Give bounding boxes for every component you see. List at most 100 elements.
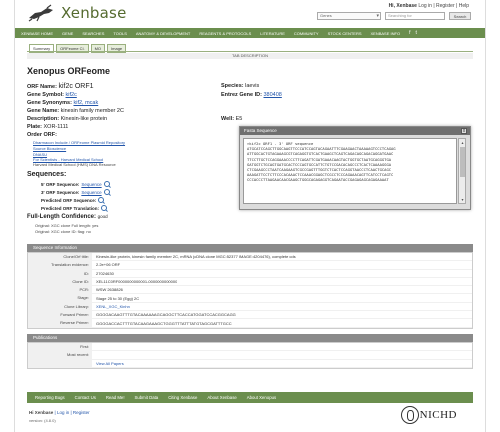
- facebook-icon[interactable]: f: [409, 30, 410, 36]
- footer-link-about-xenopus[interactable]: About Xenopus: [247, 395, 276, 400]
- footer-link-readme[interactable]: Read Me!: [106, 395, 125, 400]
- site-header: Xenbase Hi, Xenbase Log in | Register | …: [15, 0, 485, 26]
- plate-row: Plate: XOR-1111: [27, 124, 68, 130]
- row-value: WSW 2638826: [96, 287, 123, 293]
- nichd-text: NICHD: [419, 409, 457, 421]
- sequence-row-label: Predicted ORF Translation:: [41, 205, 100, 211]
- orf-name-label: ORF Name:: [27, 84, 57, 90]
- account-links: Hi, Xenbase Log in | Register | Help: [389, 3, 469, 9]
- footer-link-about-xenbase[interactable]: About Xenbase: [207, 395, 236, 400]
- version-text: version: (4.8.0): [29, 418, 56, 423]
- dialog-scrollbar[interactable]: ▴ ▾: [458, 138, 466, 204]
- nav-item-gene[interactable]: GENE: [62, 31, 73, 36]
- order-link-2[interactable]: Source Bioscience: [33, 146, 66, 151]
- view-all-papers-link[interactable]: View All Papers: [92, 361, 124, 366]
- well-value: E5: [235, 116, 243, 122]
- fasta-sequence-text[interactable]: >kif2c ORF1 - 3' ORF sequence ATGCATCCAG…: [243, 138, 457, 204]
- sequence-line: CCCACCCTTAAGAACAACGAAGCTGGGCAGAGAGGTCAGA…: [247, 177, 389, 183]
- row-key: Clone Library:: [28, 302, 92, 311]
- order-link-1[interactable]: Dharmacon Include / ORFeome Plasmid Repo…: [33, 140, 125, 145]
- entrez-link[interactable]: 380408: [263, 92, 281, 98]
- search-input[interactable]: Searching for: [385, 12, 445, 20]
- sequence-row-predicted-translation: Predicted ORF Translation:: [41, 205, 108, 211]
- row-key: Reverse Primer:: [28, 319, 92, 327]
- row-value: Kinesin-like protein, kinesin family mem…: [96, 254, 296, 260]
- publications-table: First: Most recent: View All Papers: [27, 342, 473, 369]
- species-row: Species: laevis: [221, 83, 259, 89]
- clone-library-link[interactable]: XENL_XGC_Kinhn: [92, 304, 130, 309]
- magnifier-icon[interactable]: [98, 197, 105, 203]
- search-type-select[interactable]: Genes: [317, 12, 381, 20]
- close-icon[interactable]: x: [461, 128, 467, 134]
- sequence-link[interactable]: Sequence: [81, 182, 101, 187]
- nav-item-home[interactable]: XENBASE HOME: [21, 31, 53, 36]
- table-row: PCR: WSW 2638826: [28, 286, 472, 295]
- gene-name-label: Gene Name:: [27, 108, 60, 114]
- magnifier-icon[interactable]: [103, 181, 110, 187]
- twitter-icon[interactable]: t: [415, 30, 416, 36]
- nav-item-literature[interactable]: LITERATURE: [260, 31, 285, 36]
- search-bar: Genes Searching for Search: [317, 12, 471, 20]
- magnifier-icon[interactable]: [101, 205, 108, 211]
- row-key: First:: [28, 343, 92, 351]
- sequence-info-header: Sequence Information: [27, 244, 473, 252]
- sequence-row-label: 5' ORF Sequence:: [41, 181, 80, 187]
- description-value: Kinesin-like protein: [60, 116, 108, 122]
- footer-link-bugs[interactable]: Reporting Bugs: [35, 395, 65, 400]
- nav-item-reagents[interactable]: REAGENTS & PROTOCOLS: [199, 31, 251, 36]
- description-row: Description: Kinesin-like protein: [27, 116, 107, 122]
- dialog-titlebar[interactable]: Fasta Sequence x: [240, 127, 470, 135]
- tab-description[interactable]: TAB DESCRIPTION: [27, 53, 473, 59]
- scroll-thumb[interactable]: [460, 147, 465, 177]
- nav-item-searches[interactable]: SEARCHES: [82, 31, 104, 36]
- page-title: Xenopus ORFeome: [27, 66, 111, 76]
- table-row: Clone/Orf title: Kinesin-like protein, ki…: [28, 253, 472, 262]
- xenbase-logo[interactable]: Xenbase: [27, 3, 157, 23]
- table-row: Forward Primer: GGGGACAAGTTTGTACAAAAAAGCA…: [28, 311, 472, 320]
- row-key: Stage:: [28, 294, 92, 302]
- footer-link-submit[interactable]: Submit Data: [135, 395, 159, 400]
- main-nav: XENBASE HOME GENE SEARCHES TOOLS ANATOMY…: [15, 28, 485, 38]
- account-actions[interactable]: Log in | Register | Help: [418, 3, 469, 9]
- gene-symbol-link[interactable]: kif2c: [66, 92, 77, 98]
- row-key: [28, 359, 92, 367]
- sequence-link[interactable]: Sequence: [81, 190, 101, 195]
- sequence-info-heading: Sequence Information: [33, 245, 78, 250]
- nav-item-info[interactable]: XENBASE INFO: [371, 31, 401, 36]
- footer-link-contact[interactable]: Contact Us: [75, 395, 96, 400]
- orf-name-row: ORF Name: kif2c ORF1: [27, 83, 94, 90]
- nav-item-community[interactable]: COMMUNITY: [294, 31, 319, 36]
- confidence-row: Full-Length Confidence: good: [27, 214, 108, 220]
- sequence-row-predicted-orf: Predicted ORF Sequence:: [41, 197, 105, 203]
- gene-synonyms-link[interactable]: kif2, mcak: [73, 100, 98, 106]
- table-row: Stage: Stage 25 to 30 (Egg) 2C: [28, 294, 472, 303]
- search-button[interactable]: Search: [449, 12, 471, 20]
- nav-item-stock[interactable]: STOCK CENTERS: [328, 31, 362, 36]
- publications-header: Publications: [27, 334, 473, 342]
- sequence-row-label: 3' ORF Sequence:: [41, 189, 80, 195]
- confidence-line-2: Original: XGC clone ID: flag: no: [35, 229, 91, 234]
- nichd-logo[interactable]: NICHD: [400, 406, 457, 424]
- magnifier-icon[interactable]: [103, 189, 110, 195]
- row-value: GGGGACAAGTTTGTACAAAAAAGCAGGCTTCACCATGGAT…: [96, 312, 236, 318]
- gene-symbol-label: Gene Symbol:: [27, 92, 64, 98]
- scroll-up-icon[interactable]: ▴: [460, 140, 465, 145]
- footer-account-links[interactable]: | Log in | Register: [55, 410, 90, 415]
- publications-heading: Publications: [33, 335, 58, 340]
- row-value: GGGGACCACTTTGTACAAGAAAGCTGGGTTTATTTATGTA…: [96, 320, 232, 326]
- row-value: XEL11C0RF0000000000001-0000000000000: [96, 279, 178, 285]
- scroll-down-icon[interactable]: ▾: [460, 197, 465, 202]
- confidence-heading: Full-Length Confidence:: [27, 214, 96, 220]
- table-row: ID: 27024630: [28, 269, 472, 278]
- footer-link-citing[interactable]: Citing Xenbase: [168, 395, 197, 400]
- sequences-heading: Sequences:: [27, 171, 67, 178]
- order-link-5[interactable]: Harvard Medical School (HMS) DNA Resourc…: [33, 162, 116, 167]
- table-row: Translation evidence: 2.2e+06 ORF: [28, 261, 472, 270]
- table-row: View All Papers: [28, 359, 472, 368]
- nav-item-tools[interactable]: TOOLS: [113, 31, 127, 36]
- row-key: Most recent:: [28, 351, 92, 359]
- nav-item-anatomy[interactable]: ANATOMY & DEVELOPMENT: [136, 31, 190, 36]
- description-label: Description:: [27, 116, 60, 122]
- confidence-line-1: Original: XGC clone Full length: yes: [35, 223, 99, 228]
- plate-value: XOR-1111: [43, 124, 69, 130]
